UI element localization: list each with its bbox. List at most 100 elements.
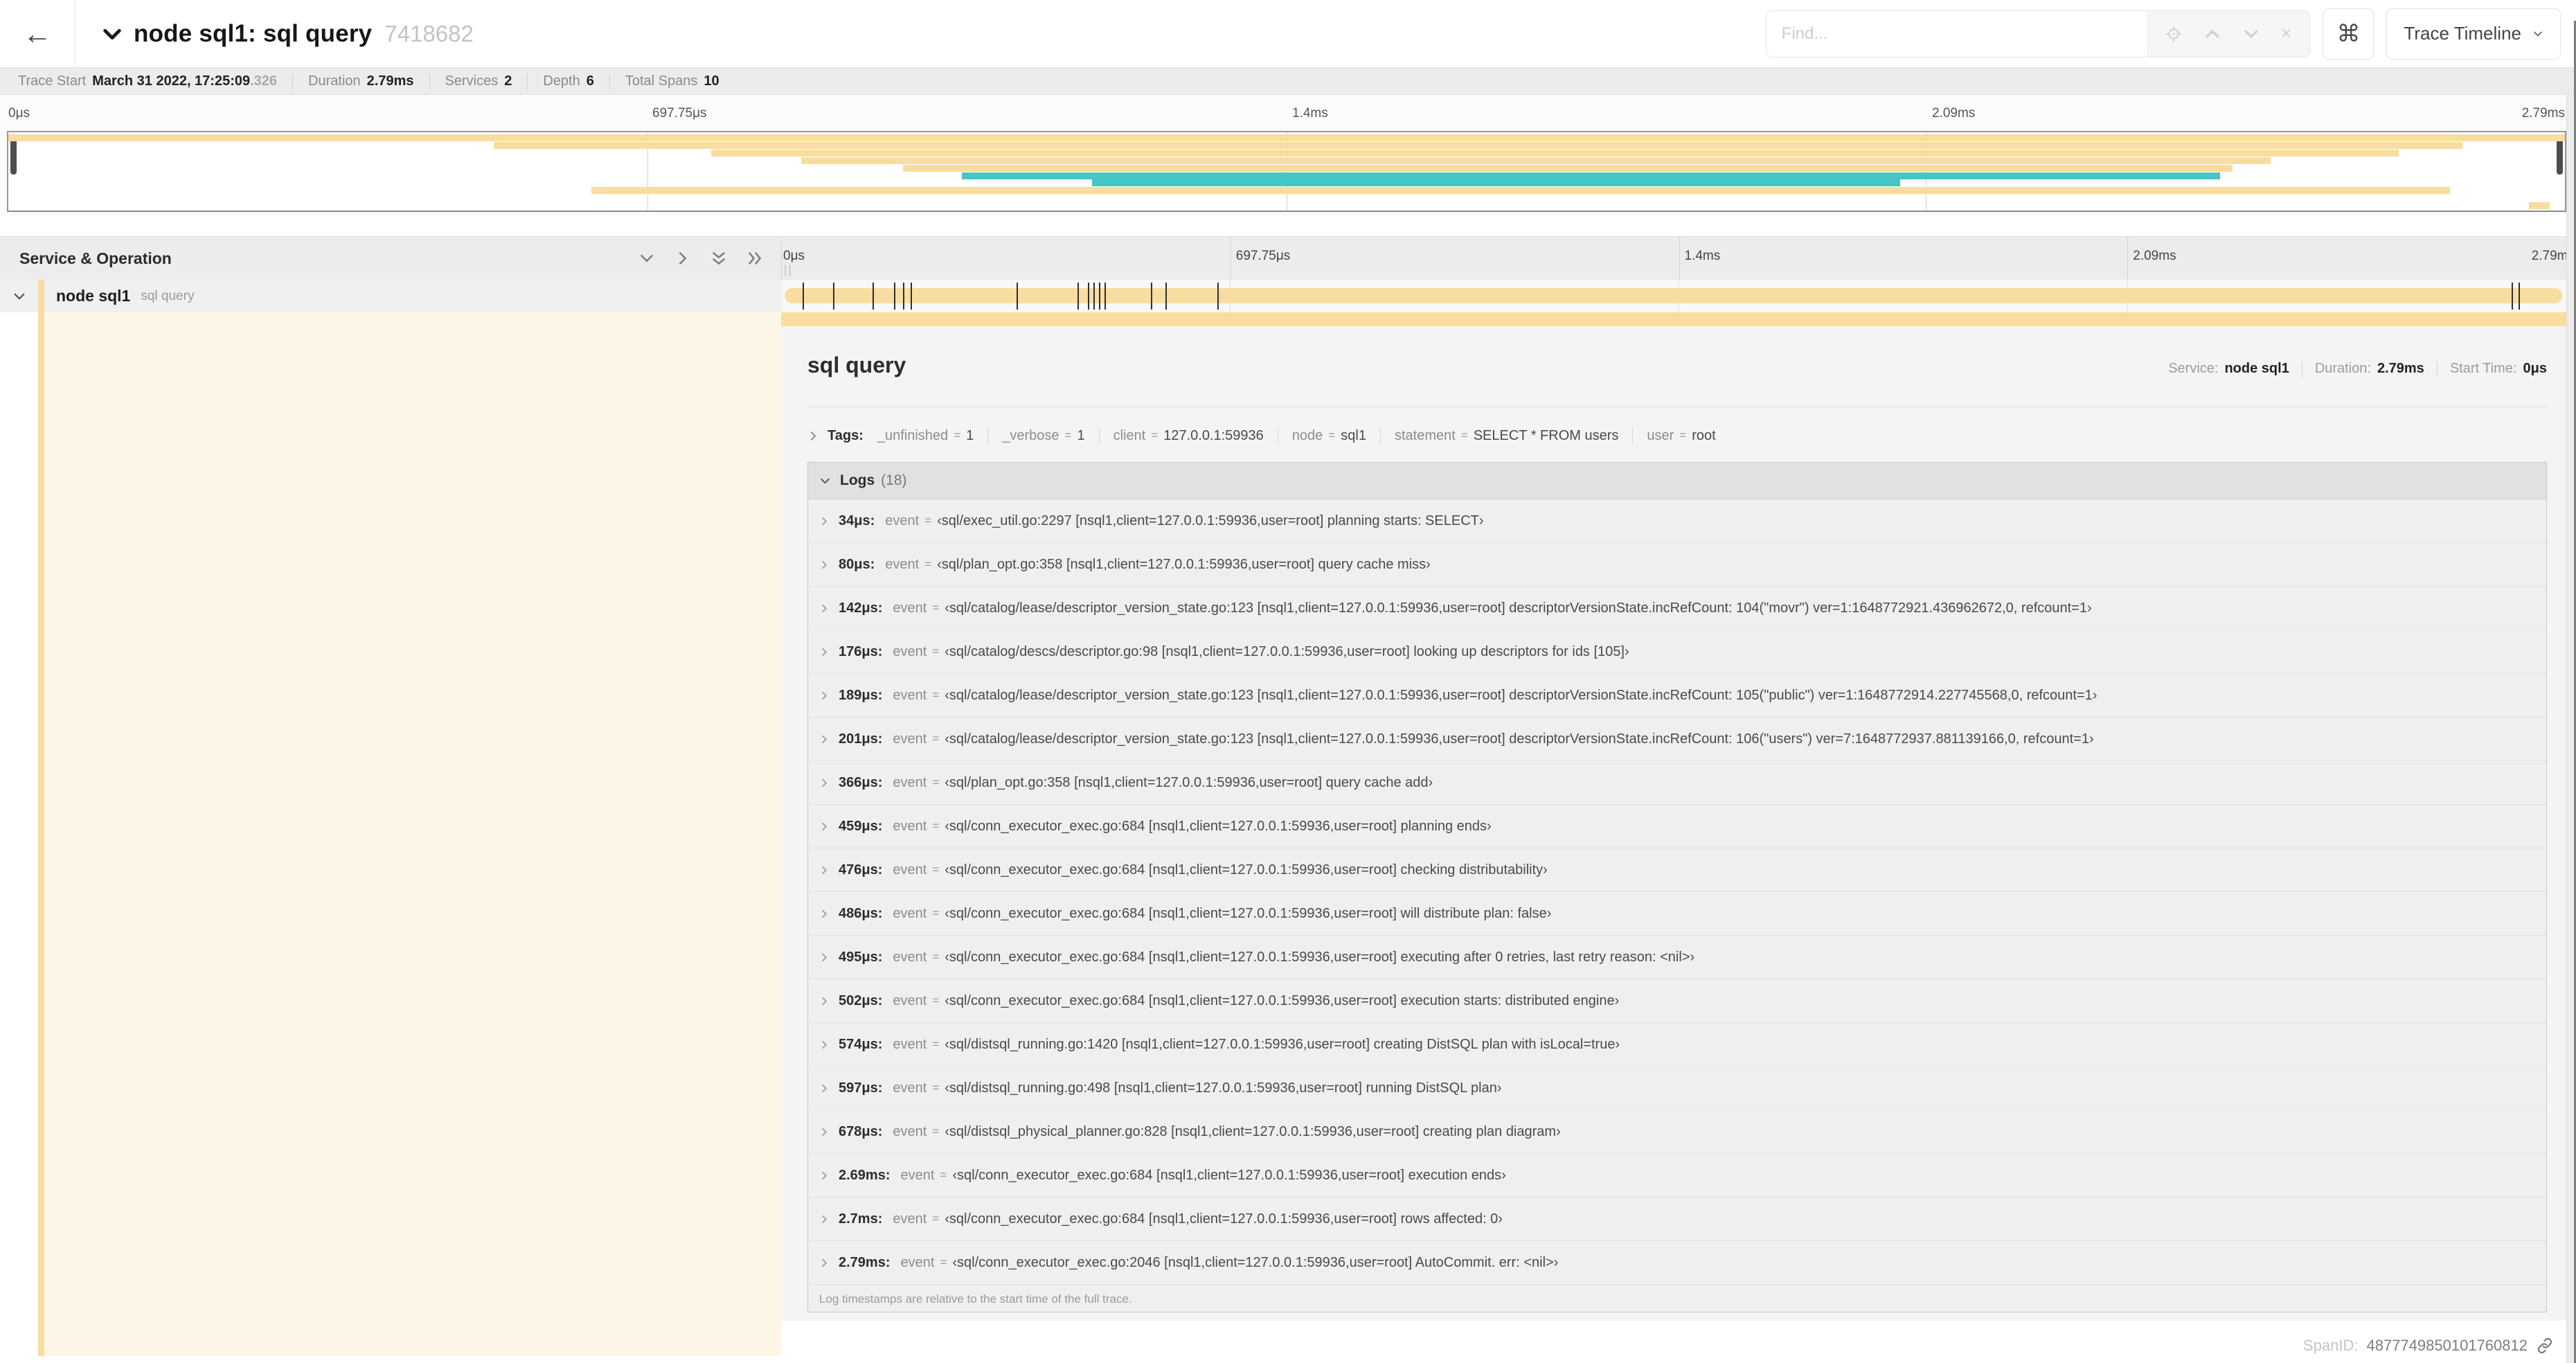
log-row[interactable]: 189μs: event = ‹sql/catalog/lease/descripto…	[808, 674, 2546, 718]
logs-label: Logs	[840, 472, 875, 488]
collapse-span-icon[interactable]	[0, 289, 38, 303]
view-type-dropdown[interactable]: Trace Timeline	[2386, 8, 2561, 60]
span-operation-name: sql query	[141, 288, 195, 303]
chevron-right-icon	[819, 865, 830, 875]
log-marker-tick	[1217, 283, 1219, 310]
expand-all-icon[interactable]	[746, 250, 763, 267]
chevron-down-icon	[2532, 28, 2543, 39]
tag-item[interactable]: user = root	[1632, 427, 1716, 444]
log-marker-tick	[1093, 283, 1095, 310]
chevron-right-icon	[819, 1258, 830, 1268]
minimap-span-bar	[800, 157, 2271, 164]
log-marker-tick	[833, 283, 835, 310]
axis-tick-label: 2.79ms	[2521, 106, 2565, 121]
axis-gridline	[2127, 237, 2129, 280]
minimap-span-bar	[2529, 202, 2550, 210]
log-row[interactable]: 34μs: event = ‹sql/exec_util.go:2297 [nsql1…	[808, 499, 2546, 543]
service-label: Service:	[2168, 361, 2219, 376]
chevron-right-icon	[819, 1083, 830, 1094]
trace-meta-item: Total Spans 10	[609, 73, 719, 89]
timeline-axis-header: || 0μs 697.75μs 1.4ms 2.09ms 2.79ms	[781, 237, 2576, 280]
axis-tick-label: 2.09ms	[1932, 106, 1976, 121]
span-row-name-cell[interactable]: node sql1 sql query	[0, 280, 781, 312]
log-row[interactable]: 80μs: event = ‹sql/plan_opt.go:358 [nsql1,c…	[808, 543, 2546, 587]
log-marker-tick	[2511, 283, 2513, 310]
trace-title-group: node sql1: sql query 7418682	[102, 20, 474, 48]
log-marker-tick	[1088, 283, 1090, 310]
axis-tick-label: 697.75μs	[1235, 249, 1291, 263]
log-row[interactable]: 459μs: event = ‹sql/conn_executor_exec.go:6…	[808, 805, 2546, 848]
trace-meta-item: Services 2	[429, 73, 512, 89]
log-marker-tick	[1077, 283, 1079, 310]
log-row[interactable]: 476μs: event = ‹sql/conn_executor_exec.go:6…	[808, 848, 2546, 892]
log-row[interactable]: 201μs: event = ‹sql/catalog/lease/descripto…	[808, 718, 2546, 761]
logs-count: (18)	[881, 472, 907, 488]
trace-minimap: 0μs 697.75μs 1.4ms 2.09ms 2.79ms	[0, 95, 2576, 216]
keyboard-shortcuts-button[interactable]: ⌘	[2323, 8, 2374, 60]
deep-link-icon[interactable]	[2536, 1337, 2554, 1355]
span-row-timeline-cell[interactable]	[781, 280, 2576, 312]
start-time-label: Start Time:	[2449, 361, 2517, 376]
detail-operation-title: sql query	[807, 353, 906, 377]
axis-tick-label: 2.09ms	[2133, 249, 2176, 263]
back-button[interactable]: ←	[0, 0, 75, 67]
collapse-all-icon[interactable]	[710, 250, 727, 267]
log-marker-tick	[2519, 283, 2521, 310]
column-resize-grip[interactable]: ||	[784, 263, 793, 277]
log-row[interactable]: 495μs: event = ‹sql/conn_executor_exec.go:6…	[808, 936, 2546, 979]
logs-header[interactable]: Logs (18)	[808, 463, 2546, 499]
tag-item[interactable]: client = 127.0.0.1:59936	[1098, 427, 1264, 444]
detail-title-row: sql query Service: node sql1 Duration: 2.7…	[807, 353, 2547, 378]
span-duration-bar[interactable]	[785, 288, 2562, 303]
trace-meta-item: Duration 2.79ms	[292, 73, 414, 89]
service-color-stripe	[38, 280, 44, 312]
duration-label: Duration:	[2314, 361, 2371, 376]
minimap-canvas[interactable]	[7, 131, 2566, 212]
trace-meta-item: Depth 6	[527, 73, 594, 89]
log-row[interactable]: 574μs: event = ‹sql/distsql_running.go:1420…	[808, 1023, 2546, 1067]
tags-accordion[interactable]: Tags: _unfinished = 1 _verbose = 1 client = 127.…	[807, 419, 2547, 452]
trace-meta-item: Trace Start March 31 2022, 17:25:09.326	[18, 73, 278, 89]
log-row[interactable]: 502μs: event = ‹sql/conn_executor_exec.go:6…	[808, 979, 2546, 1023]
minimap-span-bar	[591, 187, 2450, 195]
tag-item[interactable]: node = sql1	[1277, 427, 1366, 444]
minimap-span-bar	[711, 149, 2399, 157]
chevron-right-icon	[819, 909, 830, 919]
chevron-right-icon	[819, 647, 830, 657]
log-row[interactable]: 2.7ms: event = ‹sql/conn_executor_exec.go:6…	[808, 1197, 2546, 1241]
find-input[interactable]	[1766, 10, 2147, 57]
tag-item[interactable]: _verbose = 1	[987, 427, 1085, 444]
collapse-one-icon[interactable]	[638, 250, 655, 267]
log-row[interactable]: 2.79ms: event = ‹sql/conn_executor_exec.go:…	[808, 1241, 2546, 1285]
span-detail-panel: sql query Service: node sql1 Duration: 2.7…	[781, 326, 2566, 1321]
page-title: node sql1: sql query	[134, 19, 373, 47]
chevron-right-icon	[819, 734, 830, 745]
log-marker-tick	[1098, 283, 1100, 310]
log-marker-tick	[873, 283, 875, 310]
page-header: ← node sql1: sql query 7418682 Find... ×…	[0, 0, 2576, 68]
log-row[interactable]: 597μs: event = ‹sql/distsql_running.go:498 …	[808, 1067, 2546, 1110]
clear-find-icon[interactable]: ×	[2281, 24, 2292, 43]
log-row[interactable]: 142μs: event = ‹sql/catalog/lease/descripto…	[808, 587, 2546, 630]
tags-label: Tags:	[828, 427, 864, 443]
log-row[interactable]: 176μs: event = ‹sql/catalog/descs/descripto…	[808, 630, 2546, 674]
tag-item[interactable]: statement = SELECT * FROM users	[1379, 427, 1618, 444]
chevron-right-icon	[819, 516, 830, 526]
log-row[interactable]: 678μs: event = ‹sql/distsql_physical_planne…	[808, 1110, 2546, 1154]
tag-list: _unfinished = 1 _verbose = 1 client = 127.0.0.1:…	[877, 427, 1716, 444]
log-row[interactable]: 366μs: event = ‹sql/plan_opt.go:358 [nsql1,…	[808, 761, 2546, 805]
chevron-right-icon	[819, 1127, 830, 1137]
chevron-down-icon[interactable]	[102, 24, 123, 44]
log-row[interactable]: 486μs: event = ‹sql/conn_executor_exec.go:6…	[808, 892, 2546, 936]
view-type-label: Trace Timeline	[2404, 23, 2521, 44]
minimap-axis-labels: 0μs 697.75μs 1.4ms 2.09ms 2.79ms	[7, 106, 2566, 124]
prev-match-icon[interactable]	[2203, 25, 2221, 43]
trace-id: 7418682	[384, 20, 474, 46]
tag-item[interactable]: _unfinished = 1	[877, 428, 974, 444]
log-row[interactable]: 2.69ms: event = ‹sql/conn_executor_exec.go:…	[808, 1154, 2546, 1197]
expand-one-icon[interactable]	[674, 250, 691, 267]
command-icon: ⌘	[2336, 20, 2361, 47]
axis-tick-label: 1.4ms	[1292, 106, 1328, 121]
locate-icon[interactable]	[2165, 25, 2183, 43]
next-match-icon[interactable]	[2242, 25, 2260, 43]
